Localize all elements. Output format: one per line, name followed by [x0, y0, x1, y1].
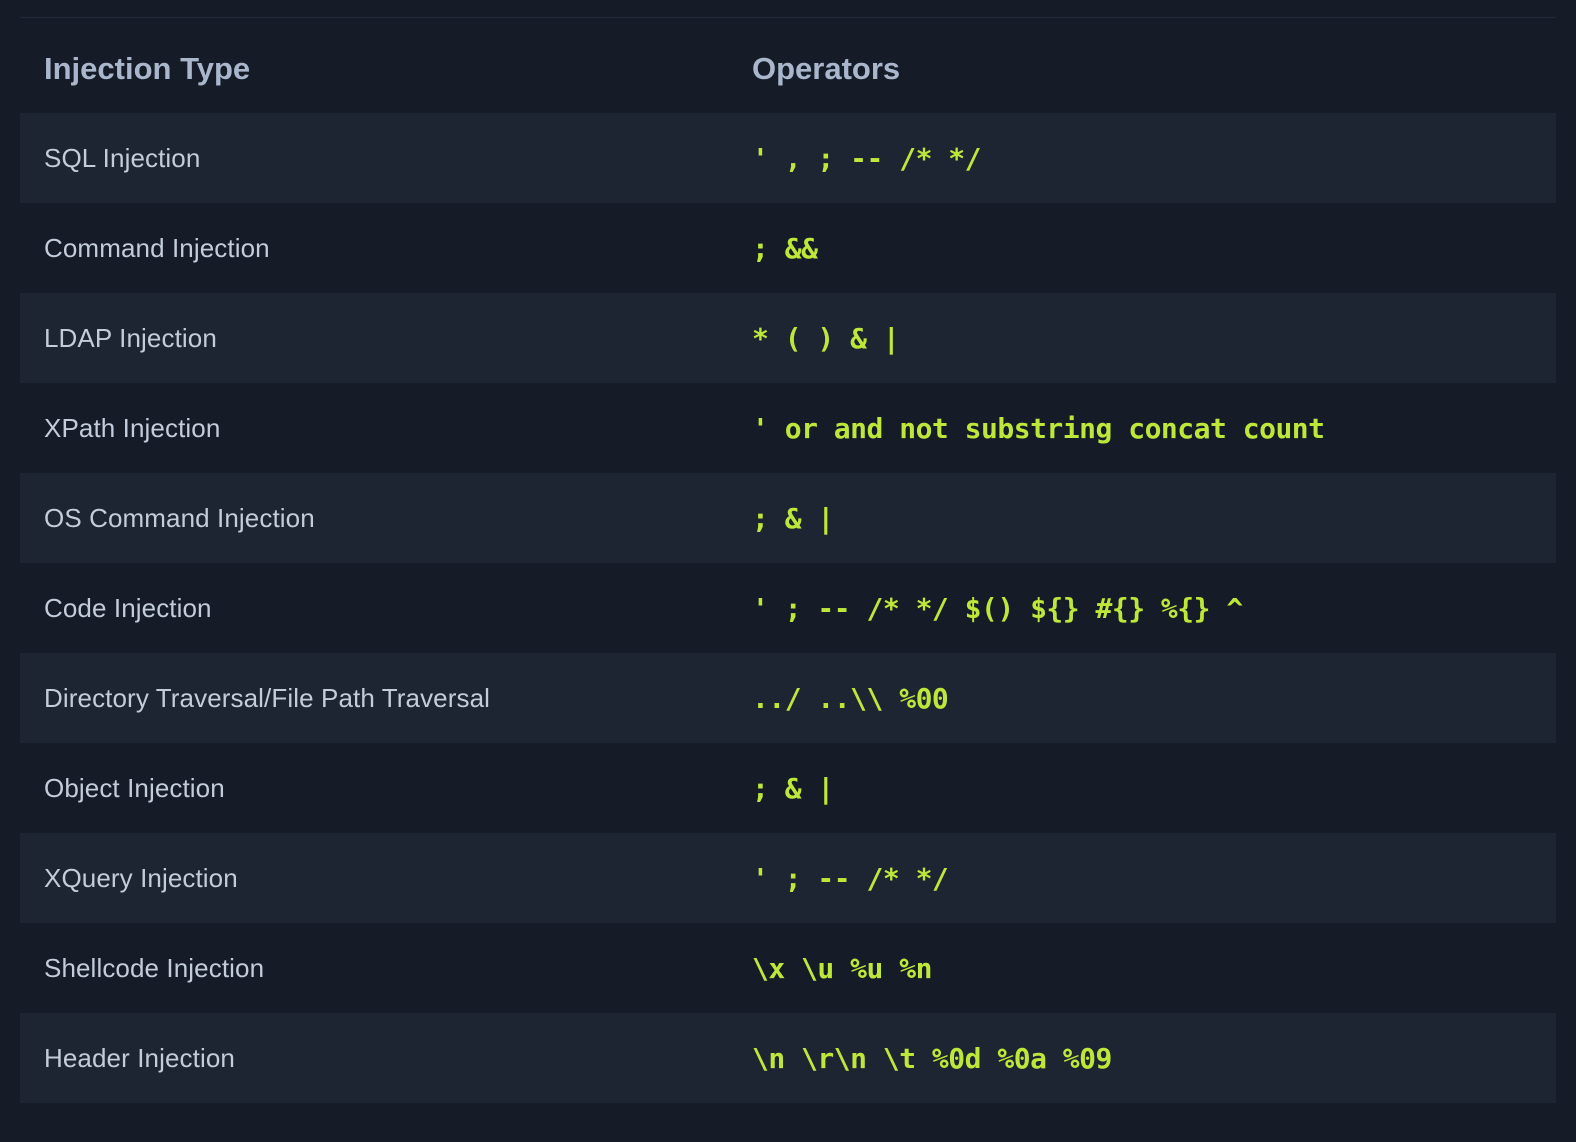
- operators-cell: ' , ; -- /* */: [752, 141, 982, 175]
- table-header-row: Injection Type Operators: [20, 25, 1556, 113]
- column-header-operators: Operators: [752, 51, 901, 86]
- injection-type-cell: Shellcode Injection: [44, 952, 265, 983]
- injection-type-cell: Directory Traversal/File Path Traversal: [44, 682, 491, 713]
- table-row: Directory Traversal/File Path Traversal …: [20, 653, 1556, 743]
- injection-type-cell: Header Injection: [44, 1042, 235, 1073]
- injection-type-cell: LDAP Injection: [44, 322, 217, 353]
- table-row: Header Injection \n \r\n \t %0d %0a %09: [20, 1013, 1556, 1103]
- injection-operators-table: Injection Type Operators SQL Injection '…: [20, 25, 1556, 1103]
- table-row: XPath Injection ' or and not substring c…: [20, 383, 1556, 473]
- injection-type-cell: OS Command Injection: [44, 502, 315, 533]
- injection-type-cell: XQuery Injection: [44, 862, 238, 893]
- operators-cell: ' ; -- /* */: [752, 861, 949, 895]
- injection-type-cell: XPath Injection: [44, 412, 221, 443]
- operators-cell: ; &&: [752, 231, 818, 265]
- table-row: SQL Injection ' , ; -- /* */: [20, 113, 1556, 203]
- operators-cell: * ( ) & |: [752, 321, 900, 355]
- column-header-injection-type: Injection Type: [44, 51, 251, 86]
- operators-cell: \n \r\n \t %0d %0a %09: [752, 1041, 1112, 1075]
- operators-cell: ' ; -- /* */ $() ${} #{} %{} ^: [752, 591, 1243, 625]
- table-row: Command Injection ; &&: [20, 203, 1556, 293]
- injection-type-cell: Command Injection: [44, 232, 270, 263]
- operators-cell: ../ ..\\ %00: [752, 681, 949, 715]
- table-row: Shellcode Injection \x \u %u %n: [20, 923, 1556, 1013]
- table-row: Object Injection ; & |: [20, 743, 1556, 833]
- table-row: Code Injection ' ; -- /* */ $() ${} #{} …: [20, 563, 1556, 653]
- table-top-divider: [20, 17, 1556, 18]
- injection-type-cell: SQL Injection: [44, 142, 201, 173]
- table-row: OS Command Injection ; & |: [20, 473, 1556, 563]
- table-row: XQuery Injection ' ; -- /* */: [20, 833, 1556, 923]
- table-row: LDAP Injection * ( ) & |: [20, 293, 1556, 383]
- operators-cell: ; & |: [752, 501, 834, 535]
- injection-type-cell: Object Injection: [44, 772, 225, 803]
- operators-cell: ' or and not substring concat count: [752, 411, 1325, 445]
- operators-cell: \x \u %u %n: [752, 951, 932, 985]
- operators-cell: ; & |: [752, 771, 834, 805]
- injection-type-cell: Code Injection: [44, 592, 212, 623]
